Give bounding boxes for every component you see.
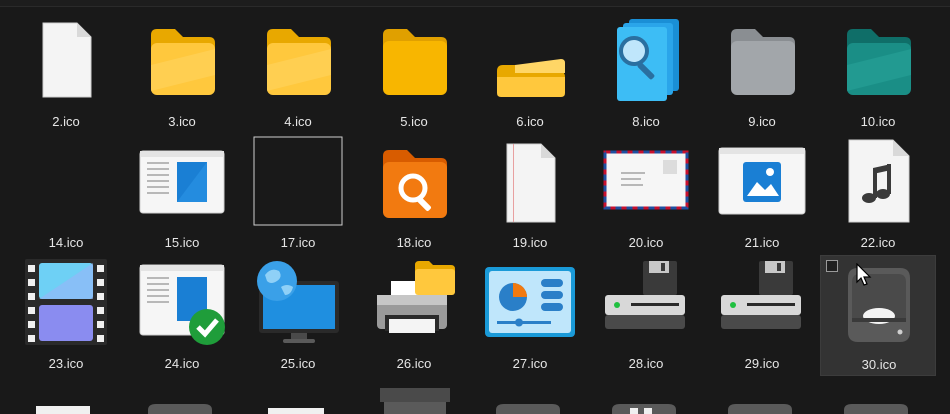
- file-tile[interactable]: 9.ico: [704, 13, 820, 134]
- file-tile[interactable]: 4.ico: [240, 13, 356, 134]
- file-label: 4.ico: [284, 114, 312, 129]
- file-tile[interactable]: 27.ico: [472, 255, 588, 376]
- globe-monitor-icon: [253, 257, 343, 347]
- file-tile[interactable]: 18.ico: [356, 134, 472, 255]
- file-label: 10.ico: [860, 114, 896, 129]
- orange-search-folder-icon: [369, 136, 459, 226]
- file-label: 5.ico: [400, 114, 428, 129]
- file-label: 18.ico: [396, 235, 432, 250]
- mouse-pointer-icon: [855, 262, 873, 287]
- file-tile[interactable]: 2.ico: [8, 13, 124, 134]
- file-tile[interactable]: 15.ico: [124, 134, 240, 255]
- file-label: 21.ico: [744, 235, 780, 250]
- yellow-folder-icon: [137, 15, 227, 105]
- yellow-folder-closed-icon: [369, 15, 459, 105]
- file-label: 29.ico: [744, 356, 780, 371]
- file-tile[interactable]: 14.ico: [8, 134, 124, 255]
- control-panel-icon: [485, 257, 575, 347]
- file-tile[interactable]: 28.ico: [588, 255, 704, 376]
- picture-window-icon: [717, 136, 807, 226]
- yellow-folder-icon: [253, 15, 343, 105]
- file-tile[interactable]: 22.ico: [820, 134, 936, 255]
- file-label: 27.ico: [512, 356, 548, 371]
- floppy-drive-icon: [601, 257, 691, 347]
- top-edge: [0, 0, 950, 7]
- file-tile-selected[interactable]: 30.ico: [820, 255, 936, 376]
- teal-folder-icon: [833, 15, 923, 105]
- file-tile[interactable]: 20.ico: [588, 134, 704, 255]
- file-tile[interactable]: 21.ico: [704, 134, 820, 255]
- floppy-drive-icon: [717, 257, 807, 347]
- file-tile[interactable]: 19.ico: [472, 134, 588, 255]
- airmail-envelope-icon: [601, 136, 691, 226]
- film-strip-icon: [21, 257, 111, 347]
- file-label: 23.ico: [48, 356, 84, 371]
- lined-document-icon: [485, 136, 575, 226]
- file-label: 25.ico: [280, 356, 316, 371]
- file-label: 22.ico: [860, 235, 896, 250]
- file-tile[interactable]: 17.ico: [240, 134, 356, 255]
- file-label: 28.ico: [628, 356, 664, 371]
- file-label: 6.ico: [516, 114, 544, 129]
- gray-folder-icon: [717, 15, 807, 105]
- window-document-icon: [137, 136, 227, 226]
- file-label: 17.ico: [280, 235, 316, 250]
- file-label: 24.ico: [164, 356, 200, 371]
- file-tile[interactable]: 10.ico: [820, 13, 936, 134]
- file-label: 20.ico: [628, 235, 664, 250]
- outline-frame-icon: [253, 136, 343, 226]
- window-check-icon: [137, 257, 227, 347]
- file-label: 30.ico: [861, 357, 897, 372]
- next-row-partial: [0, 388, 950, 414]
- music-document-icon: [833, 136, 923, 226]
- file-tile[interactable]: 25.ico: [240, 255, 356, 376]
- file-tile[interactable]: 5.ico: [356, 13, 472, 134]
- hard-drive-icon: [834, 258, 924, 348]
- file-tile[interactable]: 24.ico: [124, 255, 240, 376]
- file-tile[interactable]: 8.ico: [588, 13, 704, 134]
- file-label: 8.ico: [632, 114, 660, 129]
- file-label: 26.ico: [396, 356, 432, 371]
- file-label: 19.ico: [512, 235, 548, 250]
- file-tile[interactable]: 6.ico: [472, 13, 588, 134]
- file-label: 2.ico: [52, 114, 80, 129]
- file-label: 3.ico: [168, 114, 196, 129]
- file-tile[interactable]: 23.ico: [8, 255, 124, 376]
- file-label: 9.ico: [748, 114, 776, 129]
- blank-document-icon: [21, 15, 111, 105]
- empty-icon: [21, 136, 111, 226]
- search-documents-icon: [601, 15, 691, 105]
- printer-folder-icon: [369, 257, 459, 347]
- file-tile[interactable]: 29.ico: [704, 255, 820, 376]
- file-tile[interactable]: 3.ico: [124, 13, 240, 134]
- file-tile[interactable]: 26.ico: [356, 255, 472, 376]
- icon-grid: 2.ico 3.ico 4.ico 5.ico 6.ico 8.ico 9.ic…: [8, 13, 948, 376]
- file-label: 15.ico: [164, 235, 200, 250]
- file-label: 14.ico: [48, 235, 84, 250]
- yellow-folder-small-icon: [485, 15, 575, 105]
